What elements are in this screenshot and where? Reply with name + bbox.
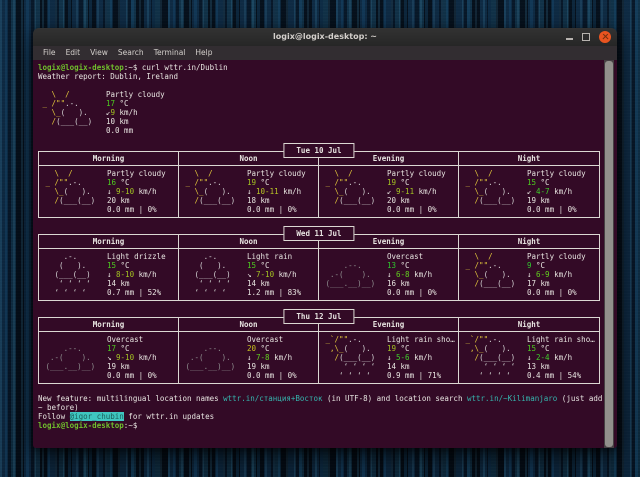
weather-cell-text: Partly cloudy 19 °C ↙ 9-11 km/h 20 km 0.… (387, 169, 457, 214)
scrollbar[interactable] (604, 60, 614, 448)
partly-cloudy-icon: \ / _ /"".-. \_( ). /(___(__) (41, 169, 107, 214)
light-rain-icon: .-. ( ). (___(__) ‘ ‘ ‘ ‘ ‘ ‘ ‘ ‘ (41, 252, 107, 297)
terminal-window: logix@logix-desktop: ~ File Edit View Se… (33, 28, 617, 448)
twitter-handle-highlight[interactable]: @igor_chubin (70, 412, 124, 421)
minimize-icon[interactable] (566, 38, 573, 40)
terminal-content[interactable]: logix@logix-desktop:~$ curl wttr.in/Dubl… (33, 60, 617, 448)
weather-cell: _`/"".-. ,\_( ). /(___(__) ‘ ‘ ‘ ‘ ‘ ‘ ‘… (459, 332, 599, 383)
day-block: Thu 12 JulMorning .--. .-( ). (___.__)__… (38, 317, 600, 384)
window-controls (566, 28, 611, 46)
weather-cell-text: Partly cloudy 17 °C ↙9 km/h 10 km 0.0 mm (106, 90, 599, 135)
final-prompt-line: logix@logix-desktop:~$ (38, 421, 599, 430)
weather-cell-text: Overcast 13 °C ↓ 6-8 km/h 16 km 0.0 mm |… (387, 252, 457, 297)
forecast-column-night: Night \ / _ /"".-. \_( ). /(___(__) Part… (459, 235, 599, 300)
menu-item-edit[interactable]: Edit (61, 46, 86, 60)
forecast-column-noon: Noon .-. ( ). (___(__) ‘ ‘ ‘ ‘ ‘ ‘ ‘ ‘Li… (179, 235, 319, 300)
titlebar[interactable]: logix@logix-desktop: ~ (33, 28, 617, 46)
menu-item-terminal[interactable]: Terminal (149, 46, 191, 60)
forecast-table: Morning .-. ( ). (___(__) ‘ ‘ ‘ ‘ ‘ ‘ ‘ … (38, 234, 600, 301)
weather-cell-text: Overcast 20 °C ↓ 7-8 km/h 19 km 0.0 mm |… (247, 335, 317, 380)
forecast-column-evening: Evening .--. .-( ). (___.__)__) Overcast… (319, 235, 459, 300)
weather-report-title: Weather report: Dublin, Ireland (38, 72, 599, 81)
forecast-column-night: Night \ / _ /"".-. \_( ). /(___(__) Part… (459, 152, 599, 217)
day-label: Thu 12 Jul (283, 309, 354, 324)
weather-cell: \ / _ /"".-. \_( ). /(___(__) Partly clo… (39, 166, 178, 217)
menu-item-view[interactable]: View (85, 46, 113, 60)
wttr-link[interactable]: wttr.in/станция+Восток (223, 394, 322, 403)
weather-cell-text: Partly cloudy 15 °C ↙ 4-7 km/h 19 km 0.0… (527, 169, 598, 214)
period-header: Night (459, 235, 599, 249)
weather-cell-text: Light rain 15 °C ↘ 7-10 km/h 14 km 1.2 m… (247, 252, 317, 297)
overcast-icon: .--. .-( ). (___.__)__) (181, 335, 247, 380)
rain-shower-icon: _`/"".-. ,\_( ). /(___(__) ‘ ‘ ‘ ‘ ‘ ‘ ‘… (321, 335, 387, 380)
footer-line: Follow @igor_chubin for wttr.in updates (38, 412, 599, 421)
weather-cell: .--. .-( ). (___.__)__) Overcast 17 °C ↘… (39, 332, 178, 383)
maximize-icon[interactable] (582, 33, 590, 41)
partly-cloudy-icon: \ / _ /"".-. \_( ). /(___(__) (181, 169, 247, 214)
scrollbar-thumb[interactable] (605, 61, 613, 447)
prompt-user-host: logix@logix-desktop (38, 63, 124, 72)
menubar: File Edit View Search Terminal Help (33, 46, 617, 60)
menu-item-help[interactable]: Help (190, 46, 217, 60)
day-block: Wed 11 JulMorning .-. ( ). (___(__) ‘ ‘ … (38, 234, 600, 301)
period-header: Night (459, 318, 599, 332)
forecast-column-evening: Evening \ / _ /"".-. \_( ). /(___(__) Pa… (319, 152, 459, 217)
weather-cell: .-. ( ). (___(__) ‘ ‘ ‘ ‘ ‘ ‘ ‘ ‘Light r… (179, 249, 318, 300)
day-label: Wed 11 Jul (283, 226, 354, 241)
prompt-user-host: logix@logix-desktop (38, 421, 124, 430)
weather-cell: \ / _ /"".-. \_( ). /(___(__) Partly clo… (459, 249, 599, 300)
weather-cell-text: Light rain sho… 15 °C ↓ 2-4 km/h 13 km 0… (527, 335, 598, 380)
window-title: logix@logix-desktop: ~ (273, 28, 377, 46)
overcast-icon: .--. .-( ). (___.__)__) (41, 335, 107, 380)
rain-shower-icon: _`/"".-. ,\_( ). /(___(__) ‘ ‘ ‘ ‘ ‘ ‘ ‘… (461, 335, 527, 380)
menu-item-file[interactable]: File (38, 46, 61, 60)
weather-cell-text: Partly cloudy 9 °C ↓ 6-9 km/h 17 km 0.0 … (527, 252, 598, 297)
menu-item-search[interactable]: Search (113, 46, 149, 60)
period-header: Morning (39, 318, 178, 332)
partly-cloudy-icon: \ / _ /"".-. \_( ). /(___(__) (461, 252, 527, 297)
forecast-column-morning: Morning .--. .-( ). (___.__)__) Overcast… (39, 318, 179, 383)
overcast-icon: .--. .-( ). (___.__)__) (321, 252, 387, 297)
weather-cell: _`/"".-. ,\_( ). /(___(__) ‘ ‘ ‘ ‘ ‘ ‘ ‘… (319, 332, 458, 383)
weather-cell: .--. .-( ). (___.__)__) Overcast 20 °C ↓… (179, 332, 318, 383)
forecast-column-evening: Evening _`/"".-. ,\_( ). /(___(__) ‘ ‘ ‘… (319, 318, 459, 383)
day-block: Tue 10 JulMorning \ / _ /"".-. \_( ). /(… (38, 151, 600, 218)
partly-cloudy-icon: \ / _ /"".-. \_( ). /(___(__) (321, 169, 387, 214)
weather-cell-text: Partly cloudy 19 °C ↓ 10-11 km/h 18 km 0… (247, 169, 317, 214)
forecast-column-morning: Morning \ / _ /"".-. \_( ). /(___(__) Pa… (39, 152, 179, 217)
footer-line: New feature: multilingual location names… (38, 394, 599, 403)
footer-notes: New feature: multilingual location names… (38, 394, 599, 421)
forecast-table: Morning \ / _ /"".-. \_( ). /(___(__) Pa… (38, 151, 600, 218)
weather-cell: .-. ( ). (___(__) ‘ ‘ ‘ ‘ ‘ ‘ ‘ ‘Light d… (39, 249, 178, 300)
weather-cell: .--. .-( ). (___.__)__) Overcast 13 °C ↓… (319, 249, 458, 300)
weather-cell-text: Light rain sho… 19 °C ↓ 5-6 km/h 14 km 0… (387, 335, 457, 380)
forecast-column-night: Night _`/"".-. ,\_( ). /(___(__) ‘ ‘ ‘ ‘… (459, 318, 599, 383)
weather-cell-text: Light drizzle 15 °C ↓ 8-10 km/h 14 km 0.… (107, 252, 177, 297)
prompt-line: logix@logix-desktop:~$ curl wttr.in/Dubl… (38, 63, 599, 72)
weather-cell: \ / _ /"".-. \_( ). /(___(__) Partly clo… (179, 166, 318, 217)
close-icon[interactable] (599, 31, 611, 43)
forecast-column-noon: Noon .--. .-( ). (___.__)__) Overcast 20… (179, 318, 319, 383)
partly-cloudy-icon: \ / _ /"".-. \_( ). /(___(__) (38, 90, 106, 135)
command-text: curl wttr.in/Dublin (137, 63, 227, 72)
wttr-link[interactable]: wttr.in/~Kilimanjaro (467, 394, 557, 403)
current-conditions: \ / _ /"".-. \_( ). /(___(__) Partly clo… (38, 90, 599, 135)
period-header: Morning (39, 235, 178, 249)
weather-cell-text: Partly cloudy 16 °C ↓ 9-10 km/h 20 km 0.… (107, 169, 177, 214)
weather-cell: \ / _ /"".-. \_( ). /(___(__) Partly clo… (459, 166, 599, 217)
forecast-days: Tue 10 JulMorning \ / _ /"".-. \_( ). /(… (38, 151, 600, 384)
forecast-column-morning: Morning .-. ( ). (___(__) ‘ ‘ ‘ ‘ ‘ ‘ ‘ … (39, 235, 179, 300)
footer-line: ~ before) (38, 403, 599, 412)
weather-cell: \ / _ /"".-. \_( ). /(___(__) Partly clo… (319, 166, 458, 217)
period-header: Night (459, 152, 599, 166)
forecast-column-noon: Noon \ / _ /"".-. \_( ). /(___(__) Partl… (179, 152, 319, 217)
period-header: Morning (39, 152, 178, 166)
weather-cell-text: Overcast 17 °C ↘ 9-10 km/h 19 km 0.0 mm … (107, 335, 177, 380)
forecast-table: Morning .--. .-( ). (___.__)__) Overcast… (38, 317, 600, 384)
light-rain-icon: .-. ( ). (___(__) ‘ ‘ ‘ ‘ ‘ ‘ ‘ ‘ (181, 252, 247, 297)
partly-cloudy-icon: \ / _ /"".-. \_( ). /(___(__) (461, 169, 527, 214)
day-label: Tue 10 Jul (283, 143, 354, 158)
